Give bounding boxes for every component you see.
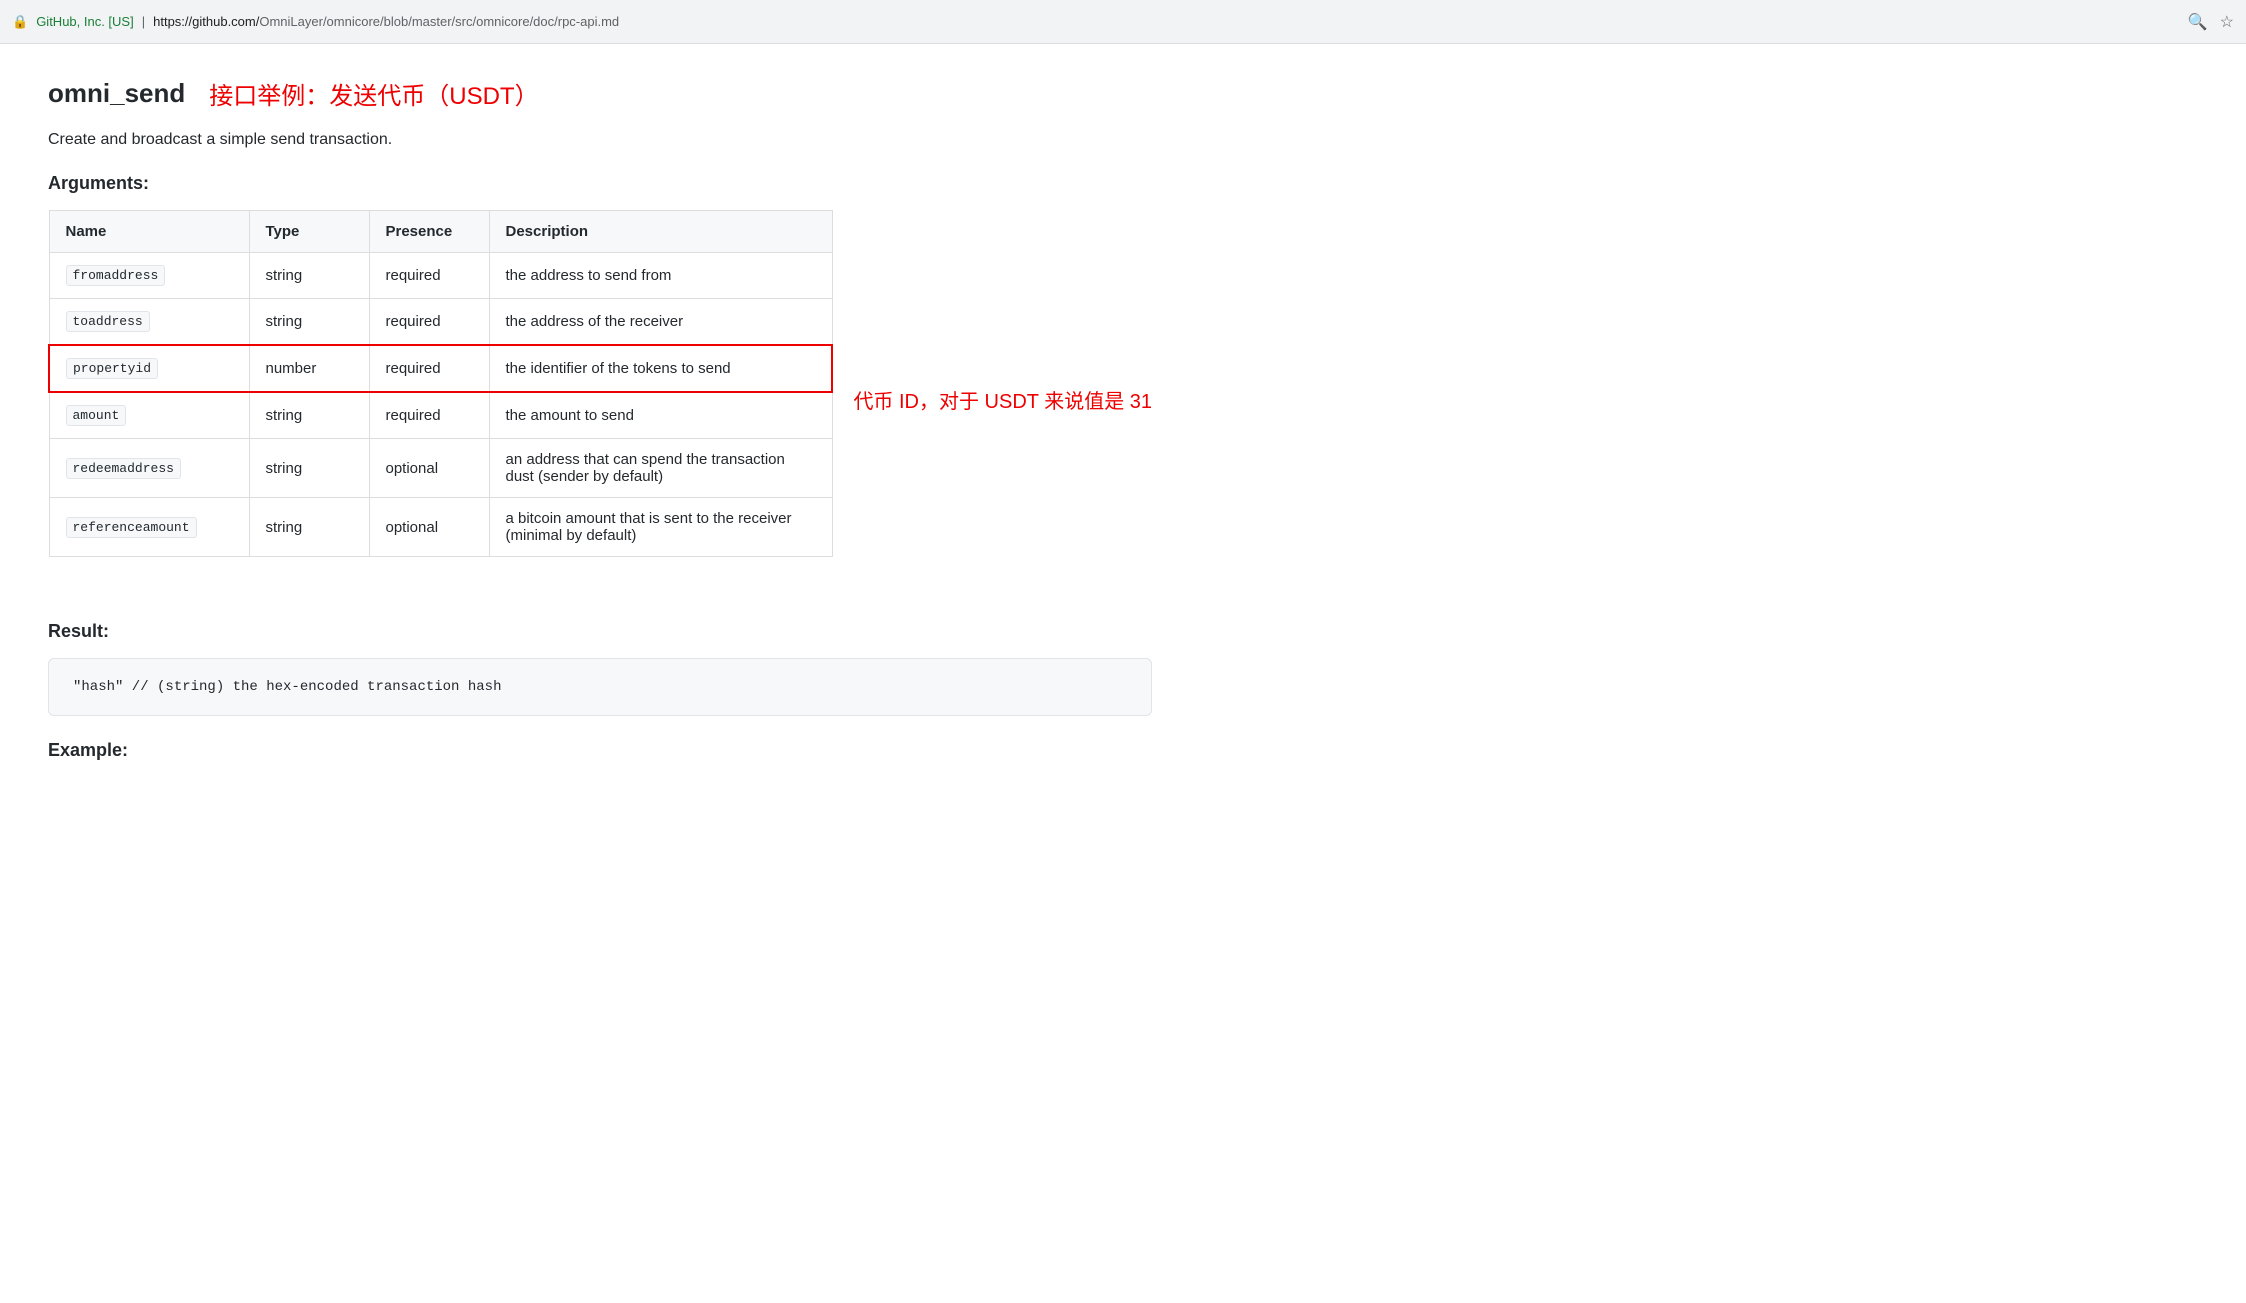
propertyid-annotation: 代币 ID，对于 USDT 来说值是 31 xyxy=(833,385,1152,414)
param-name: toaddress xyxy=(66,311,150,332)
table-row: redeemaddress stringoptionalan address th… xyxy=(49,439,832,498)
cell-description: the address of the receiver xyxy=(489,299,832,346)
table-row: referenceamount stringoptionala bitcoin a… xyxy=(49,498,832,557)
result-section: Result: "hash" // (string) the hex-encod… xyxy=(48,621,1152,716)
param-name: referenceamount xyxy=(66,517,197,538)
param-name: amount xyxy=(66,405,127,426)
cell-name: amount xyxy=(49,392,249,439)
url-path: OmniLayer/omnicore/blob/master/src/omnic… xyxy=(259,14,619,29)
cell-type: string xyxy=(249,299,369,346)
th-presence: Presence xyxy=(369,211,489,253)
cell-presence: optional xyxy=(369,439,489,498)
table-header-row: Name Type Presence Description xyxy=(49,211,832,253)
param-name: propertyid xyxy=(66,358,158,379)
cell-presence: required xyxy=(369,253,489,299)
example-title: Example: xyxy=(48,740,1152,761)
site-name: GitHub, Inc. [US] xyxy=(36,14,134,29)
cell-description: the address to send from xyxy=(489,253,832,299)
url-base: https://github.com/ xyxy=(153,14,259,29)
table-row: amount stringrequiredthe amount to send xyxy=(49,392,832,439)
param-name: redeemaddress xyxy=(66,458,181,479)
th-type: Type xyxy=(249,211,369,253)
table-row: propertyid numberrequiredthe identifier o… xyxy=(49,345,832,392)
table-row: fromaddress stringrequiredthe address to … xyxy=(49,253,832,299)
result-code-block: "hash" // (string) the hex-encoded trans… xyxy=(48,658,1152,716)
page-content: omni_send 接口举例：发送代币（USDT） Create and bro… xyxy=(0,44,1200,793)
heading-annotation: 接口举例：发送代币（USDT） xyxy=(209,76,538,111)
cell-type: string xyxy=(249,498,369,557)
search-icon[interactable]: 🔍 xyxy=(2188,12,2208,32)
cell-description: a bitcoin amount that is sent to the rec… xyxy=(489,498,832,557)
page-heading: omni_send 接口举例：发送代币（USDT） xyxy=(48,76,1152,111)
bookmark-icon[interactable]: ☆ xyxy=(2220,12,2234,32)
cell-description: the identifier of the tokens to send xyxy=(489,345,832,392)
cell-description: an address that can spend the transactio… xyxy=(489,439,832,498)
table-body: fromaddressstringrequiredthe address to … xyxy=(49,253,832,557)
separator: | xyxy=(142,14,145,29)
browser-bar: 🔒 GitHub, Inc. [US] | https://github.com… xyxy=(0,0,2246,44)
cell-presence: required xyxy=(369,392,489,439)
th-name: Name xyxy=(49,211,249,253)
cell-presence: required xyxy=(369,299,489,346)
arguments-table: Name Type Presence Description fromaddre… xyxy=(48,210,833,557)
arguments-title: Arguments: xyxy=(48,173,1152,194)
cell-name: toaddress xyxy=(49,299,249,346)
table-wrapper: Name Type Presence Description fromaddre… xyxy=(48,210,1152,589)
url-bar[interactable]: https://github.com/OmniLayer/omnicore/bl… xyxy=(153,14,2180,29)
cell-presence: required xyxy=(369,345,489,392)
cell-presence: optional xyxy=(369,498,489,557)
th-description: Description xyxy=(489,211,832,253)
result-title: Result: xyxy=(48,621,1152,642)
cell-type: string xyxy=(249,439,369,498)
lock-icon: 🔒 xyxy=(12,14,28,30)
browser-icons: 🔍 ☆ xyxy=(2188,12,2234,32)
cell-name: referenceamount xyxy=(49,498,249,557)
cell-name: redeemaddress xyxy=(49,439,249,498)
cell-name: propertyid xyxy=(49,345,249,392)
table-row: toaddress stringrequiredthe address of th… xyxy=(49,299,832,346)
site-info: GitHub, Inc. [US] xyxy=(36,14,134,29)
cell-type: string xyxy=(249,253,369,299)
cell-type: number xyxy=(249,345,369,392)
code-content: "hash" // (string) the hex-encoded trans… xyxy=(73,679,501,695)
cell-type: string xyxy=(249,392,369,439)
cell-name: fromaddress xyxy=(49,253,249,299)
heading-main: omni_send xyxy=(48,78,185,109)
table-head: Name Type Presence Description xyxy=(49,211,832,253)
cell-description: the amount to send xyxy=(489,392,832,439)
description: Create and broadcast a simple send trans… xyxy=(48,131,1152,149)
param-name: fromaddress xyxy=(66,265,166,286)
